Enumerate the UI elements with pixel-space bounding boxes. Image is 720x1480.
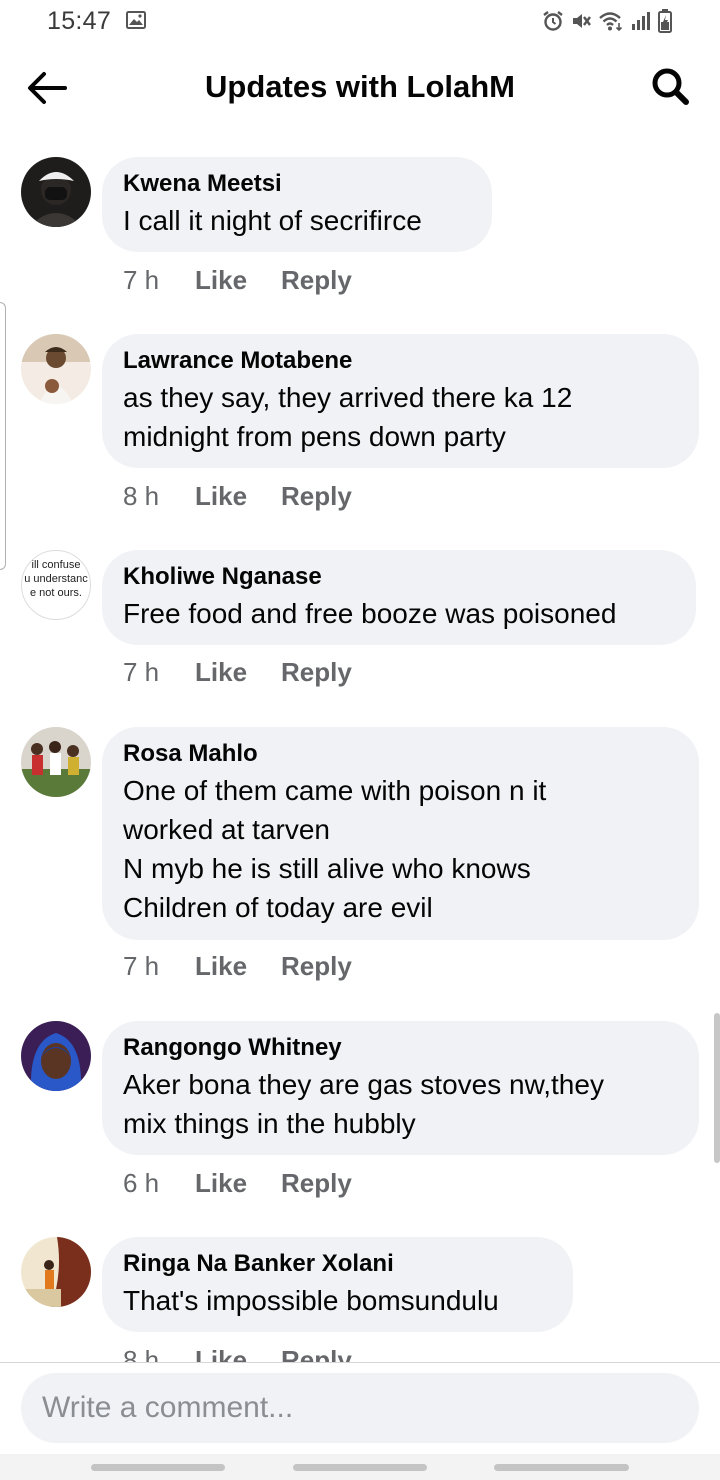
like-button[interactable]: Like (195, 657, 281, 688)
recents-button[interactable] (91, 1464, 225, 1471)
system-nav-bar (0, 1454, 720, 1480)
comment-text: That's impossible bomsundulu (123, 1285, 499, 1316)
like-button[interactable]: Like (195, 1345, 281, 1362)
comment-bubble[interactable]: Ringa Na Banker Xolani That's impossible… (102, 1237, 573, 1332)
comment-text: as they say, they arrived there ka 12 mi… (123, 382, 573, 452)
scrollbar[interactable] (714, 1013, 720, 1163)
wifi-icon (598, 10, 624, 32)
like-button[interactable]: Like (195, 481, 281, 512)
comment-text: One of them came with poison n it worked… (123, 775, 547, 923)
alarm-icon (542, 10, 564, 32)
reply-button[interactable]: Reply (281, 481, 352, 512)
comment-composer (0, 1362, 720, 1454)
search-button[interactable] (650, 66, 692, 108)
comment-author[interactable]: Rosa Mahlo (123, 739, 677, 769)
comment-time[interactable]: 8 h (123, 481, 195, 512)
status-bar: 15:47 (0, 0, 720, 44)
comment-author[interactable]: Rangongo Whitney (123, 1033, 677, 1063)
comment-bubble[interactable]: Rosa Mahlo One of them came with poison … (102, 727, 699, 940)
like-button[interactable]: Like (195, 1168, 281, 1199)
mute-icon (570, 10, 592, 32)
battery-icon (658, 9, 672, 33)
comment-meta: 8 h Like Reply (123, 481, 352, 512)
home-button[interactable] (293, 1464, 427, 1471)
comment-time[interactable]: 7 h (123, 265, 195, 296)
comment-text: Free food and free booze was poisoned (123, 598, 617, 629)
comment-time[interactable]: 7 h (123, 657, 195, 688)
reply-button[interactable]: Reply (281, 1168, 352, 1199)
back-nav-button[interactable] (494, 1464, 629, 1471)
comment-input[interactable] (21, 1373, 699, 1443)
avatar[interactable]: ill confuse u understanc e not ours. (21, 550, 91, 620)
comment-text: I call it night of secrifirce (123, 205, 422, 236)
comment-time[interactable]: 7 h (123, 951, 195, 982)
avatar-text-line: e not ours. (30, 587, 82, 599)
avatar[interactable] (21, 157, 91, 227)
comment-author[interactable]: Ringa Na Banker Xolani (123, 1249, 551, 1279)
avatar[interactable] (21, 334, 91, 404)
comment-bubble[interactable]: Rangongo Whitney Aker bona they are gas … (102, 1021, 699, 1155)
app-header: Updates with LolahM (0, 44, 720, 132)
edge-panel-handle[interactable] (0, 302, 6, 570)
comment-author[interactable]: Kholiwe Nganase (123, 562, 674, 592)
signal-icon (630, 10, 652, 32)
comment-meta: 7 h Like Reply (123, 265, 352, 296)
like-button[interactable]: Like (195, 951, 281, 982)
comment-bubble[interactable]: Kwena Meetsi I call it night of secrifir… (102, 157, 492, 252)
avatar[interactable] (21, 1237, 91, 1307)
comments-list: Kwena Meetsi I call it night of secrifir… (0, 132, 720, 1362)
search-icon (652, 68, 689, 105)
reply-button[interactable]: Reply (281, 1345, 352, 1362)
comment-meta: 7 h Like Reply (123, 657, 352, 688)
reply-button[interactable]: Reply (281, 951, 352, 982)
comment-bubble[interactable]: Kholiwe Nganase Free food and free booze… (102, 550, 696, 645)
page-title: Updates with LolahM (205, 69, 515, 104)
like-button[interactable]: Like (195, 265, 281, 296)
comment-bubble[interactable]: Lawrance Motabene as they say, they arri… (102, 334, 699, 468)
comment-time[interactable]: 6 h (123, 1168, 195, 1199)
gallery-icon (126, 11, 146, 29)
comment-meta: 7 h Like Reply (123, 951, 352, 982)
comment-author[interactable]: Lawrance Motabene (123, 346, 677, 376)
avatar[interactable] (21, 1021, 91, 1091)
reply-button[interactable]: Reply (281, 657, 352, 688)
comment-time[interactable]: 8 h (123, 1345, 195, 1362)
avatar[interactable] (21, 727, 91, 797)
comment-meta: 8 h Like Reply (123, 1345, 352, 1362)
comment-meta: 6 h Like Reply (123, 1168, 352, 1199)
reply-button[interactable]: Reply (281, 265, 352, 296)
comment-text: Aker bona they are gas stoves nw,they mi… (123, 1069, 604, 1139)
avatar-text-line: u understanc (24, 573, 88, 585)
status-icons (542, 8, 672, 34)
comment-author[interactable]: Kwena Meetsi (123, 169, 470, 199)
status-time: 15:47 (47, 7, 112, 35)
avatar-text-line: ill confuse (32, 559, 81, 571)
